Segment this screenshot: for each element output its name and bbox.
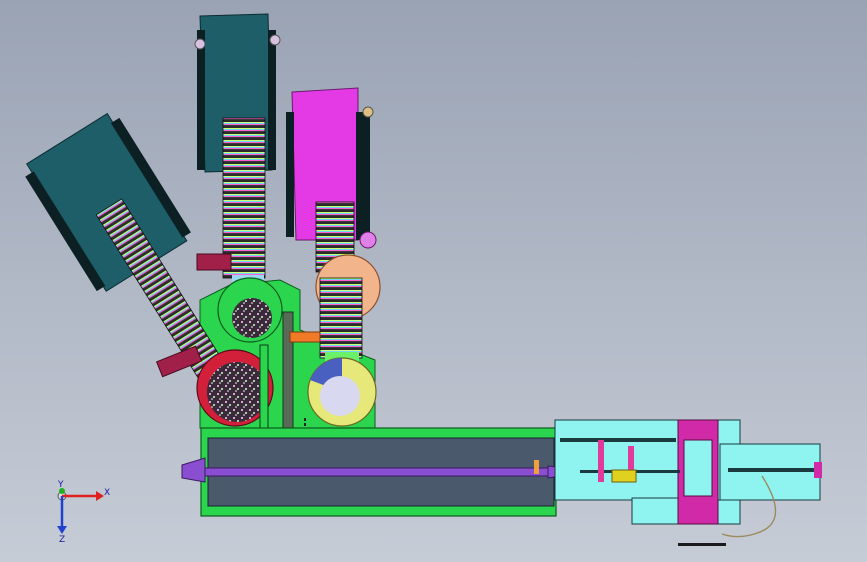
z-axis-head-icon	[57, 526, 67, 534]
yellow-block	[611, 469, 637, 483]
frame-post-a	[598, 440, 604, 482]
middle-hopper-rail-left	[197, 30, 205, 170]
extension-rail	[728, 468, 814, 472]
middle-bowl-inner	[232, 298, 272, 338]
magenta-mold-core	[683, 439, 713, 497]
left-maroon-fitting	[196, 253, 232, 271]
middle-hopper-rail-right	[268, 30, 276, 170]
middle-hopper-knob	[194, 38, 206, 50]
magenta-end-cap	[814, 462, 822, 478]
frame-inner-rail-top	[560, 438, 676, 442]
base-dash	[678, 543, 726, 546]
feed-funnel	[181, 457, 206, 483]
right-hopper-rail	[286, 112, 294, 237]
coordinate-triad: X Y Z	[57, 480, 110, 545]
right-bowl-inner	[320, 376, 360, 416]
x-axis-label: X	[104, 488, 110, 498]
x-axis-head-icon	[96, 491, 104, 501]
barrel-sensor	[534, 460, 539, 474]
right-hopper-assembly[interactable]	[286, 87, 377, 273]
right-hopper-rail-right	[356, 112, 370, 240]
orange-clamp	[289, 331, 321, 343]
cad-viewport[interactable]: X Y Z	[0, 0, 867, 562]
right-conveyor-lower	[319, 277, 363, 359]
y-axis-label: Y	[57, 480, 64, 490]
right-hopper-knob-top	[362, 106, 374, 118]
screw-shaft	[199, 467, 571, 477]
z-axis-label: Z	[59, 535, 65, 545]
middle-hopper-knob-2	[269, 34, 281, 46]
cyan-frame-main[interactable]	[554, 419, 684, 501]
left-bowl-inner	[207, 362, 267, 422]
assembly-model[interactable]: X Y Z	[0, 0, 867, 562]
right-hopper-knob	[359, 231, 377, 249]
